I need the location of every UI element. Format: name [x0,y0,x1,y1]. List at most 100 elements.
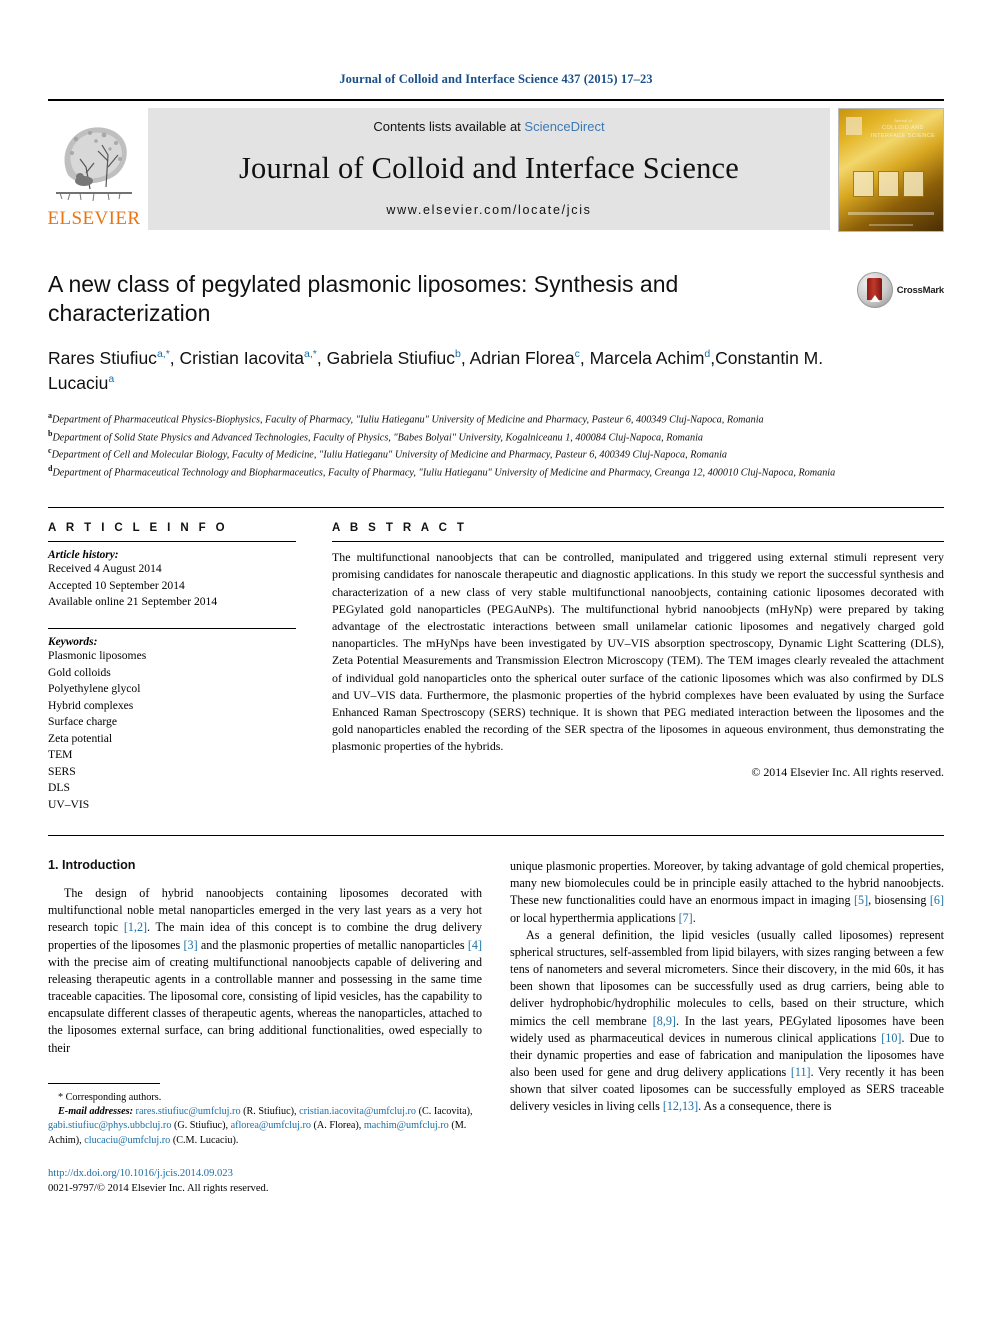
citation-reference[interactable]: [11] [791,1065,811,1079]
keywords-rule [48,628,296,630]
keyword-item: TEM [48,748,73,762]
intro-paragraph-left: The design of hybrid nanoobjects contain… [48,886,483,1055]
elsevier-tree-icon [50,115,138,209]
elsevier-logo: ELSEVIER [48,108,140,230]
affiliation-list: aDepartment of Pharmaceutical Physics-Bi… [48,410,944,482]
author-name: Marcela Achim [589,347,705,368]
email-link[interactable]: cristian.iacovita@umfcluj.ro [299,1106,416,1117]
body-columns: 1. Introduction The design of hybrid nan… [48,858,944,1197]
abstract-rule [332,541,944,543]
citation-reference[interactable]: [12,13] [663,1099,698,1113]
author-affiliation-mark: a [108,373,115,386]
cover-title-main: COLLOID AND INTERFACE SCIENCE [870,125,936,140]
journal-cover-thumbnail: Journal of COLLOID AND INTERFACE SCIENCE [838,108,944,232]
journal-title: Journal of Colloid and Interface Science [238,151,740,185]
email-link[interactable]: aflorea@umfcluj.ro [231,1120,311,1131]
crossmark-icon [856,272,893,308]
citation-reference[interactable]: [3] [184,938,198,952]
keyword-item: SERS [48,764,76,778]
author-name: Cristian Iacovita [179,347,305,368]
info-bottom-rule [48,835,944,837]
doi-link[interactable]: http://dx.doi.org/10.1016/j.jcis.2014.09… [48,1166,482,1181]
article-history-item: Accepted 10 September 2014 [48,578,185,592]
page-title: A new class of pegylated plasmonic lipos… [48,271,679,327]
doi-block: http://dx.doi.org/10.1016/j.jcis.2014.09… [48,1166,482,1197]
intro-paragraph-right-1: unique plasmonic properties. Moreover, b… [510,859,944,925]
keyword-item: Plasmonic liposomes [48,649,147,663]
crossmark-badge[interactable]: CrossMark [856,272,945,308]
citation-reference[interactable]: [4] [468,938,482,952]
corresponding-authors-note: * Corresponding authors. [58,1091,162,1103]
author-name: Rares Stiufiuc [48,347,157,368]
keyword-item: Zeta potential [48,731,113,745]
email-link[interactable]: gabi.stiufiuc@phys.ubbcluj.ro [48,1120,171,1131]
section-heading-introduction: 1. Introduction [48,858,136,873]
keyword-item: UV–VIS [48,797,90,811]
elsevier-wordmark: ELSEVIER [47,208,141,229]
author-list: Rares Stiufiuca,*, Cristian Iacovitaa,*,… [48,347,824,394]
info-abstract-grid: A R T I C L E I N F O Article history: R… [48,522,944,813]
author-affiliation-mark: d [704,348,711,361]
journal-masthead: ELSEVIER Contents lists available at Sci… [48,108,944,232]
paper-page: Journal of Colloid and Interface Science… [0,0,992,1323]
author-name: Gabriela Stiufiuc [326,347,455,368]
author-name: Adrian Florea [469,347,575,368]
crossmark-label: CrossMark [896,284,945,296]
citation-reference[interactable]: [7] [679,911,693,925]
author-affiliation-mark: c [574,348,580,361]
article-history-label: Article history: [48,549,119,562]
issn-copyright-line: 0021-9797/© 2014 Elsevier Inc. All right… [48,1183,269,1195]
info-top-rule [48,507,944,509]
article-info-heading: A R T I C L E I N F O [48,522,229,535]
abstract-copyright: © 2014 Elsevier Inc. All rights reserved… [751,764,944,779]
citation-reference[interactable]: [5] [854,893,868,907]
abstract-column: A B S T R A C T The multifunctional nano… [332,522,944,813]
email-addresses-note: E-mail addresses: rares.stiufiuc@umfcluj… [48,1106,473,1146]
affiliation-item: bDepartment of Solid State Physics and A… [48,428,704,443]
article-info-column: A R T I C L E I N F O Article history: R… [48,522,296,813]
title-block: CrossMark A new class of pegylated plasm… [48,270,944,481]
keyword-item: Hybrid complexes [48,698,134,712]
intro-paragraph-right-2: As a general definition, the lipid vesic… [510,927,945,1114]
citation-reference[interactable]: [10] [881,1031,901,1045]
journal-homepage-url[interactable]: www.elsevier.com/locate/jcis [386,203,591,217]
cover-title-text: Journal of COLLOID AND INTERFACE SCIENCE [870,119,936,140]
abstract-text: The multifunctional nanoobjects that can… [332,550,944,754]
cover-rule-2 [869,223,913,226]
running-head: Journal of Colloid and Interface Science… [339,72,653,86]
body-column-right: unique plasmonic properties. Moreover, b… [510,858,944,1197]
article-history-item: Available online 21 September 2014 [48,595,218,609]
keyword-item: Gold colloids [48,665,111,679]
keywords-list: Plasmonic liposomes Gold colloids Polyethy… [48,648,296,813]
sciencedirect-link[interactable]: ScienceDirect [524,119,604,134]
cover-title-small: Journal of [894,119,912,123]
article-history-list: Received 4 August 2014 Accepted 10 Septem… [48,561,296,610]
email-link[interactable]: machim@umfcluj.ro [364,1120,449,1131]
abstract-heading: A B S T R A C T [332,522,468,535]
masthead-center: Contents lists available at ScienceDirec… [148,108,830,230]
author-affiliation-mark: a,* [304,348,317,361]
footnote-rule [48,1082,160,1084]
article-history-item: Received 4 August 2014 [48,562,162,576]
cover-artwork [853,171,924,197]
keywords-label: Keywords: [48,636,98,649]
contents-prefix: Contents lists available at [373,119,525,134]
keyword-item: DLS [48,781,70,795]
cover-rule-1 [848,212,934,215]
email-link[interactable]: clucaciu@umfcluj.ro [84,1135,170,1146]
cover-elsevier-mark [846,117,862,135]
author-affiliation-mark: a,* [156,348,170,361]
author-affiliation-mark: b [455,348,461,361]
article-info-rule [48,541,296,543]
body-column-left: 1. Introduction The design of hybrid nan… [48,858,482,1197]
keyword-item: Surface charge [48,715,117,729]
affiliation-item: dDepartment of Pharmaceutical Technology… [48,464,836,479]
email-link[interactable]: rares.stiufiuc@umfcluj.ro [136,1106,241,1117]
citation-reference[interactable]: [6] [930,893,944,907]
contents-lists-line: Contents lists available at ScienceDirec… [373,119,604,134]
citation-reference[interactable]: [8,9] [653,1014,676,1028]
citation-reference[interactable]: [1,2] [124,920,147,934]
affiliation-item: aDepartment of Pharmaceutical Physics-Bi… [48,410,764,426]
affiliation-item: cDepartment of Cell and Molecular Biolog… [48,446,728,461]
masthead-top-rule [48,99,944,101]
